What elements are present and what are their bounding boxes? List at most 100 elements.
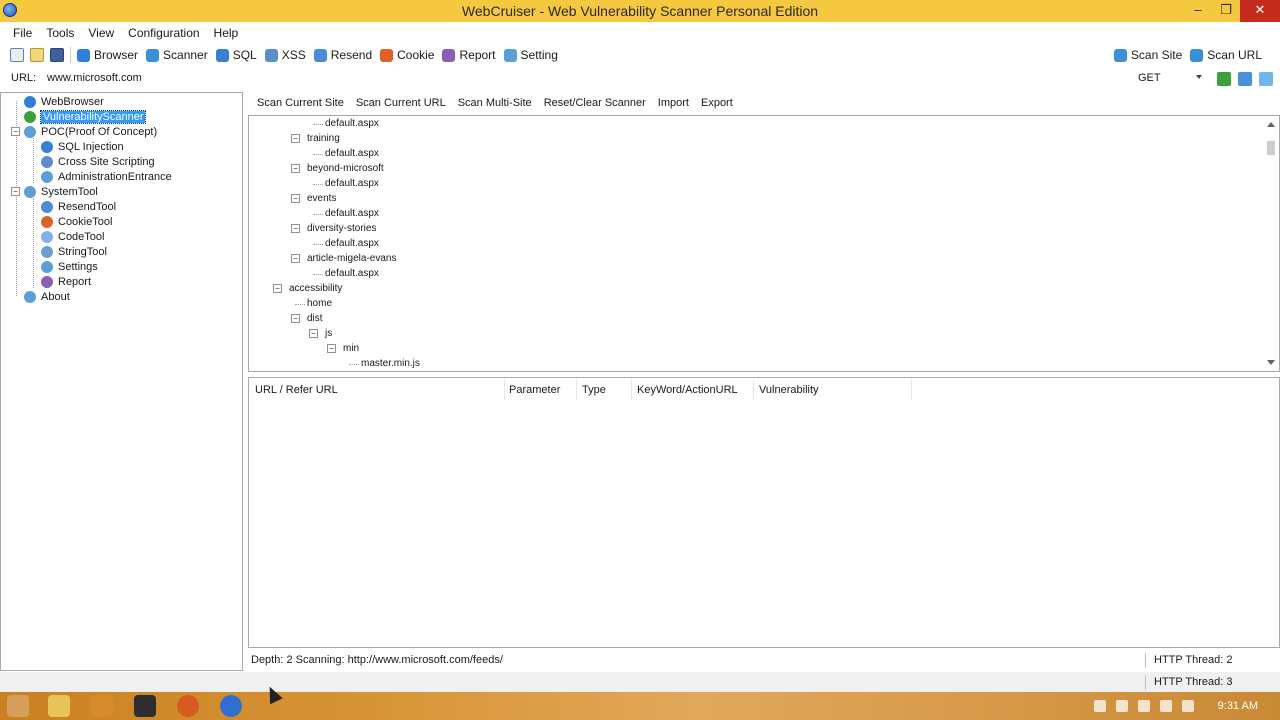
site-tree-node[interactable]: default.aspx xyxy=(325,237,379,251)
tray-security-icon[interactable] xyxy=(1116,700,1128,712)
export-button[interactable]: Export xyxy=(696,97,738,109)
file-explorer-icon[interactable] xyxy=(48,695,70,717)
setting-button[interactable]: Setting xyxy=(503,48,558,62)
collapse-toggle-icon[interactable]: − xyxy=(11,127,20,136)
firefox-icon[interactable] xyxy=(177,695,199,717)
site-tree-node[interactable]: article-migela-evans xyxy=(307,252,396,266)
site-tree-node[interactable]: default.aspx xyxy=(325,177,379,191)
http-method-select[interactable]: GET xyxy=(1138,72,1206,84)
menu-view[interactable]: View xyxy=(81,22,121,44)
scanner-button[interactable]: Scanner xyxy=(146,48,208,62)
collapse-toggle-icon[interactable]: − xyxy=(291,224,300,233)
tree-item-systemtool[interactable]: SystemTool xyxy=(24,184,98,199)
column-separator xyxy=(911,380,912,400)
site-tree-node[interactable]: default.aspx xyxy=(325,147,379,161)
tree-item-cookietool[interactable]: CookieTool xyxy=(41,214,112,229)
site-tree-node[interactable]: dist xyxy=(307,312,323,326)
site-tree-node[interactable]: events xyxy=(307,192,336,206)
close-button[interactable]: ✕ xyxy=(1240,0,1280,22)
scroll-up-icon[interactable] xyxy=(1267,122,1275,127)
tree-item-cross-site-scripting[interactable]: Cross Site Scripting xyxy=(41,154,155,169)
restore-button[interactable]: ❐ xyxy=(1212,0,1240,22)
report-button[interactable]: Report xyxy=(442,48,496,62)
scan-current-site-button[interactable]: Scan Current Site xyxy=(252,97,349,109)
menu-configuration[interactable]: Configuration xyxy=(121,22,206,44)
scan-multi-site-button[interactable]: Scan Multi-Site xyxy=(453,97,537,109)
tree-item-poc-proof-of-concept-[interactable]: POC(Proof Of Concept) xyxy=(24,124,157,139)
site-tree-node[interactable]: home xyxy=(307,297,332,311)
go-arrow-icon[interactable] xyxy=(1217,72,1231,86)
scan-current-url-button[interactable]: Scan Current URL xyxy=(351,97,451,109)
collapse-toggle-icon[interactable]: − xyxy=(273,284,282,293)
tree-item-resendtool[interactable]: ResendTool xyxy=(41,199,116,214)
check-icon xyxy=(24,110,36,123)
tree-item-report[interactable]: Report xyxy=(41,274,91,289)
site-tree-node[interactable]: default.aspx xyxy=(325,117,379,131)
column-header-parameter[interactable]: Parameter xyxy=(509,384,560,396)
site-tree-node[interactable]: accessibility xyxy=(289,282,342,296)
column-header-vulnerability[interactable]: Vulnerability xyxy=(759,384,819,396)
reset-clear-scanner-button[interactable]: Reset/Clear Scanner xyxy=(539,97,651,109)
collapse-toggle-icon[interactable]: − xyxy=(291,314,300,323)
cookie-button[interactable]: Cookie xyxy=(380,48,434,62)
scroll-down-icon[interactable] xyxy=(1267,360,1275,365)
scan-site-button[interactable]: Scan Site xyxy=(1113,48,1182,62)
site-tree-node[interactable]: master.min.js xyxy=(361,357,420,371)
webcruiser-icon[interactable] xyxy=(220,695,242,717)
tray-volume-icon[interactable] xyxy=(1182,700,1194,712)
open-folder-icon[interactable] xyxy=(30,48,44,62)
terminal-icon[interactable] xyxy=(134,695,156,717)
site-tree-node[interactable]: default.aspx xyxy=(325,207,379,221)
info-icon xyxy=(24,290,36,303)
import-button[interactable]: Import xyxy=(653,97,694,109)
tree-connector xyxy=(313,244,323,245)
stop-icon[interactable] xyxy=(1259,72,1273,86)
tray-arrow-icon[interactable] xyxy=(1094,700,1106,712)
browser-button[interactable]: Browser xyxy=(77,48,138,62)
clock[interactable]: 9:31 AM xyxy=(1218,700,1258,712)
collapse-toggle-icon[interactable]: − xyxy=(291,134,300,143)
collapse-toggle-icon[interactable]: − xyxy=(309,329,318,338)
site-tree-node[interactable]: diversity-stories xyxy=(307,222,376,236)
menu-tools[interactable]: Tools xyxy=(39,22,81,44)
tree-item-sql-injection[interactable]: SQL Injection xyxy=(41,139,124,154)
collapse-toggle-icon[interactable]: − xyxy=(291,164,300,173)
save-icon[interactable] xyxy=(50,48,64,62)
menu-file[interactable]: File xyxy=(6,22,39,44)
tree-item-administrationentrance[interactable]: AdministrationEntrance xyxy=(41,169,172,184)
site-tree-node[interactable]: training xyxy=(307,132,340,146)
xss-button[interactable]: XSS xyxy=(264,48,306,62)
tree-item-webbrowser[interactable]: WebBrowser xyxy=(24,94,104,109)
sql-button[interactable]: SQL xyxy=(215,48,257,62)
scroll-thumb[interactable] xyxy=(1267,141,1275,155)
site-tree-node[interactable]: min xyxy=(343,342,359,356)
column-header-keyword[interactable]: KeyWord/ActionURL xyxy=(637,384,738,396)
column-separator xyxy=(504,380,505,400)
url-input[interactable]: www.microsoft.com xyxy=(47,72,142,84)
store-icon[interactable] xyxy=(91,695,113,717)
vertical-scrollbar[interactable] xyxy=(1263,116,1279,371)
tree-item-settings[interactable]: Settings xyxy=(41,259,98,274)
tree-item-codetool[interactable]: CodeTool xyxy=(41,229,104,244)
tray-signal-icon[interactable] xyxy=(1160,700,1172,712)
site-tree-node[interactable]: js xyxy=(325,327,332,341)
pause-icon[interactable] xyxy=(1238,72,1252,86)
collapse-toggle-icon[interactable]: − xyxy=(291,254,300,263)
tree-item-vulnerabilityscanner[interactable]: VulnerabilityScanner xyxy=(24,109,147,124)
collapse-toggle-icon[interactable]: − xyxy=(11,187,20,196)
collapse-toggle-icon[interactable]: − xyxy=(291,194,300,203)
tree-item-stringtool[interactable]: StringTool xyxy=(41,244,107,259)
tree-item-about[interactable]: About xyxy=(24,289,70,304)
site-tree-node[interactable]: beyond-microsoft xyxy=(307,162,384,176)
menu-help[interactable]: Help xyxy=(207,22,246,44)
new-file-icon[interactable] xyxy=(10,48,24,62)
tray-network-icon[interactable] xyxy=(1138,700,1150,712)
column-header-url[interactable]: URL / Refer URL xyxy=(255,384,338,396)
site-tree-node[interactable]: default.aspx xyxy=(325,267,379,281)
scan-url-button[interactable]: Scan URL xyxy=(1190,48,1262,62)
collapse-toggle-icon[interactable]: − xyxy=(327,344,336,353)
windows-start-icon[interactable] xyxy=(7,695,29,717)
column-header-type[interactable]: Type xyxy=(582,384,606,396)
resend-button[interactable]: Resend xyxy=(313,48,372,62)
minimize-button[interactable]: – xyxy=(1184,0,1212,22)
